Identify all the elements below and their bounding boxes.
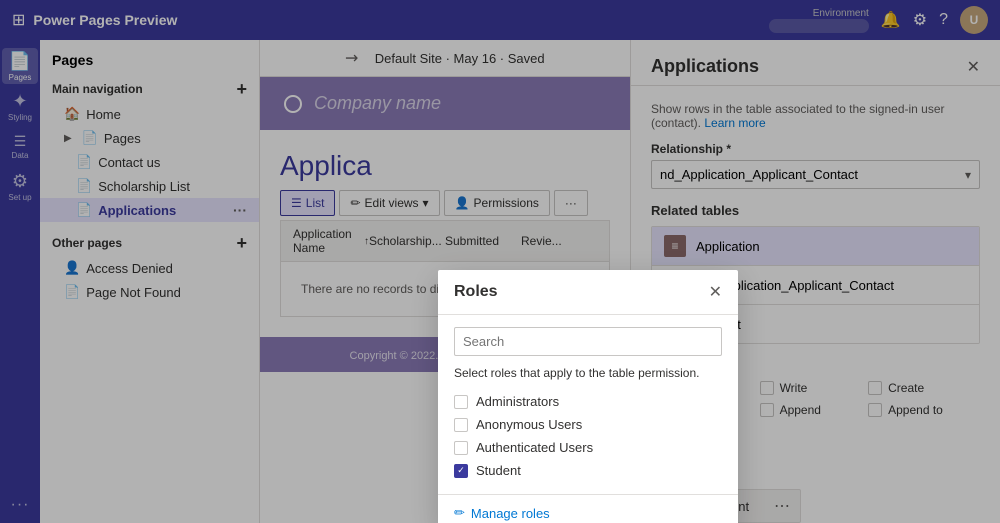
role-authenticated-label: Authenticated Users: [476, 440, 593, 455]
role-anonymous-checkbox[interactable]: [454, 418, 468, 432]
role-student-label: Student: [476, 463, 521, 478]
manage-roles-label: Manage roles: [471, 506, 550, 521]
role-administrators-checkbox[interactable]: [454, 395, 468, 409]
role-authenticated-users[interactable]: Authenticated Users: [454, 436, 722, 459]
manage-roles-icon: ✏: [454, 505, 465, 521]
role-anonymous-label: Anonymous Users: [476, 417, 582, 432]
roles-search-input[interactable]: [454, 327, 722, 356]
role-student-checkbox[interactable]: ✓: [454, 464, 468, 478]
modal-description: Select roles that apply to the table per…: [454, 366, 722, 380]
modal-body: Select roles that apply to the table per…: [438, 315, 738, 494]
role-administrators[interactable]: Administrators: [454, 390, 722, 413]
modal-header: Roles ✕: [438, 270, 738, 315]
roles-modal: Roles ✕ Select roles that apply to the t…: [438, 270, 738, 523]
modal-footer[interactable]: ✏ Manage roles: [438, 494, 738, 523]
role-student[interactable]: ✓ Student: [454, 459, 722, 482]
role-anonymous-users[interactable]: Anonymous Users: [454, 413, 722, 436]
role-administrators-label: Administrators: [476, 394, 559, 409]
modal-close-button[interactable]: ✕: [709, 282, 722, 302]
modal-overlay[interactable]: Roles ✕ Select roles that apply to the t…: [0, 0, 1000, 523]
role-authenticated-checkbox[interactable]: [454, 441, 468, 455]
modal-title: Roles: [454, 283, 498, 301]
